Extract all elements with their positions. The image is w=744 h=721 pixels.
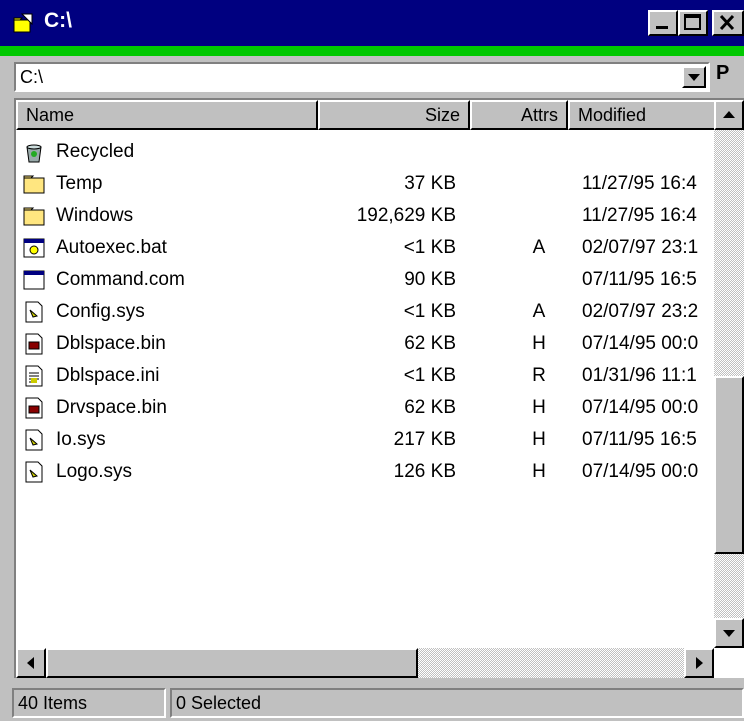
list-item[interactable]: Dblspace.ini <1 KB R 01/31/96 11:1 bbox=[16, 360, 716, 392]
arrow-up-icon bbox=[723, 111, 735, 118]
file-attrs: H bbox=[532, 397, 546, 418]
column-header-attrs[interactable]: Attrs bbox=[470, 100, 568, 130]
column-header-name[interactable]: Name bbox=[16, 100, 318, 130]
folder-arrow-icon bbox=[13, 13, 33, 33]
address-field[interactable]: C:\ bbox=[20, 67, 43, 88]
close-icon bbox=[719, 14, 735, 31]
file-name: Config.sys bbox=[56, 301, 145, 322]
folder-icon bbox=[23, 175, 45, 194]
file-modified: 07/11/95 16:5 bbox=[582, 269, 697, 290]
file-modified: 07/14/95 00:0 bbox=[582, 333, 699, 354]
folder-icon bbox=[23, 207, 45, 226]
file-attrs: H bbox=[532, 333, 546, 354]
file-name: Temp bbox=[56, 173, 103, 194]
status-bar: 40 Items 0 Selected bbox=[0, 678, 744, 721]
file-size: <1 KB bbox=[403, 237, 456, 258]
list-item[interactable]: Dblspace.bin 62 KB H 07/14/95 00:0 bbox=[16, 328, 716, 360]
file-size: <1 KB bbox=[403, 365, 456, 386]
system-file-icon bbox=[25, 461, 43, 483]
list-item[interactable]: Autoexec.bat <1 KB A 02/07/97 23:1 bbox=[16, 232, 716, 264]
program-icon bbox=[23, 270, 45, 290]
scroll-down-button[interactable] bbox=[714, 618, 744, 648]
file-modified: 07/14/95 00:0 bbox=[582, 461, 699, 482]
vertical-scroll-thumb[interactable] bbox=[714, 376, 744, 554]
scroll-right-button[interactable] bbox=[684, 648, 714, 678]
file-size: 126 KB bbox=[393, 461, 456, 482]
file-modified: 11/27/95 16:4 bbox=[582, 173, 697, 194]
vertical-scrollbar[interactable] bbox=[714, 100, 744, 648]
file-size: 37 KB bbox=[404, 173, 456, 194]
horizontal-scrollbar[interactable] bbox=[16, 648, 714, 678]
file-name: Autoexec.bat bbox=[56, 237, 167, 258]
file-attrs: A bbox=[532, 301, 546, 322]
file-attrs: R bbox=[532, 365, 546, 386]
horizontal-scroll-thumb[interactable] bbox=[46, 648, 418, 678]
file-attrs: H bbox=[532, 461, 546, 482]
list-item[interactable]: Recycled bbox=[16, 136, 716, 168]
system-file-icon bbox=[25, 429, 43, 451]
file-name: Logo.sys bbox=[56, 461, 133, 482]
list-item[interactable]: Windows 192,629 KB 11/27/95 16:4 bbox=[16, 200, 716, 232]
file-modified: 07/14/95 00:0 bbox=[582, 397, 699, 418]
file-name: Dblspace.ini bbox=[56, 365, 160, 386]
address-combobox[interactable]: C:\ bbox=[14, 62, 710, 92]
chevron-down-icon bbox=[688, 74, 700, 81]
file-name: Drvspace.bin bbox=[56, 397, 167, 418]
system-file-icon bbox=[25, 301, 43, 323]
binary-file-icon bbox=[25, 333, 43, 355]
column-header-modified[interactable]: Modified bbox=[568, 100, 716, 130]
binary-file-icon bbox=[25, 397, 43, 419]
scroll-up-button[interactable] bbox=[714, 100, 744, 130]
settings-file-icon bbox=[25, 365, 43, 387]
file-size: 90 KB bbox=[404, 269, 456, 290]
status-selected-count: 0 Selected bbox=[170, 688, 744, 718]
file-modified: 02/07/97 23:1 bbox=[582, 237, 699, 258]
close-button[interactable] bbox=[712, 10, 744, 36]
list-item[interactable]: Io.sys 217 KB H 07/11/95 16:5 bbox=[16, 424, 716, 456]
p-button[interactable]: P bbox=[716, 62, 744, 92]
status-item-count: 40 Items bbox=[12, 688, 166, 718]
arrow-left-icon bbox=[27, 657, 34, 669]
file-size: 62 KB bbox=[404, 333, 456, 354]
maximize-icon bbox=[684, 14, 701, 30]
list-item[interactable]: Command.com 90 KB 07/11/95 16:5 bbox=[16, 264, 716, 296]
list-item[interactable]: Drvspace.bin 62 KB H 07/14/95 00:0 bbox=[16, 392, 716, 424]
accent-bar bbox=[0, 46, 744, 56]
minimize-button[interactable] bbox=[648, 10, 678, 36]
file-modified: 01/31/96 11:1 bbox=[582, 365, 697, 386]
file-size: 217 KB bbox=[393, 429, 456, 450]
list-item[interactable]: Temp 37 KB 11/27/95 16:4 bbox=[16, 168, 716, 200]
file-size: 62 KB bbox=[404, 397, 456, 418]
file-name: Command.com bbox=[56, 269, 185, 290]
file-attrs: H bbox=[532, 429, 546, 450]
minimize-icon bbox=[656, 26, 668, 29]
arrow-right-icon bbox=[696, 657, 703, 669]
arrow-down-icon bbox=[723, 630, 735, 637]
file-attrs: A bbox=[532, 237, 546, 258]
file-size: <1 KB bbox=[403, 301, 456, 322]
file-size: 192,629 KB bbox=[356, 205, 456, 226]
scroll-left-button[interactable] bbox=[16, 648, 46, 678]
list-item[interactable]: Logo.sys 126 KB H 07/14/95 00:0 bbox=[16, 456, 716, 488]
file-modified: 02/07/97 23:2 bbox=[582, 301, 699, 322]
recycle-bin-icon bbox=[26, 144, 42, 163]
address-dropdown-button[interactable] bbox=[682, 66, 706, 88]
file-list[interactable]: Name Size Attrs Modified Recycled Temp 3… bbox=[14, 98, 744, 678]
file-name: Windows bbox=[56, 205, 134, 226]
file-name: Io.sys bbox=[56, 429, 106, 450]
title-bar[interactable]: C:\ bbox=[0, 0, 744, 46]
file-name: Dblspace.bin bbox=[56, 333, 166, 354]
column-header-size[interactable]: Size bbox=[318, 100, 470, 130]
list-item[interactable]: Config.sys <1 KB A 02/07/97 23:2 bbox=[16, 296, 716, 328]
batch-file-icon bbox=[23, 238, 45, 258]
file-name: Recycled bbox=[56, 141, 135, 162]
address-area: C:\ P bbox=[0, 56, 744, 98]
file-modified: 07/11/95 16:5 bbox=[582, 429, 697, 450]
window-title: C:\ bbox=[44, 9, 72, 32]
maximize-button[interactable] bbox=[678, 10, 708, 36]
file-modified: 11/27/95 16:4 bbox=[582, 205, 697, 226]
